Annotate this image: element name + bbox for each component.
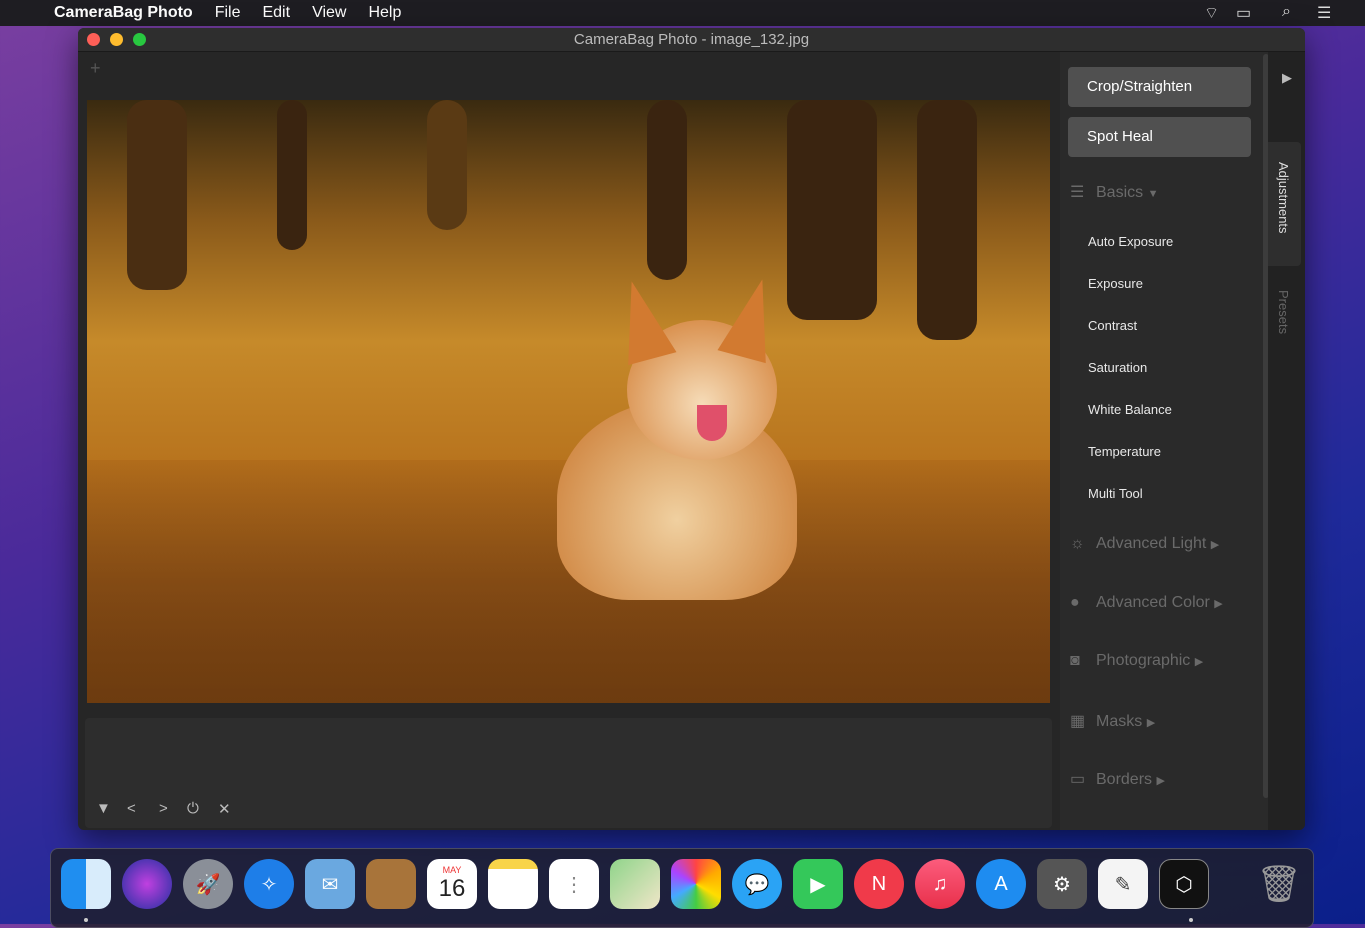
sliders-icon: ☰	[1070, 184, 1085, 201]
next-icon[interactable]: >	[159, 800, 168, 817]
adjust-saturation[interactable]: Saturation	[1088, 360, 1147, 375]
app-window: CameraBag Photo - image_132.jpg + ▼ < > …	[78, 28, 1305, 830]
adjust-temperature[interactable]: Temperature	[1088, 444, 1161, 459]
panel-tabs: ▶ Adjustments Presets	[1268, 52, 1305, 830]
dock-siri[interactable]	[122, 859, 172, 909]
close-icon[interactable]: ✕	[218, 800, 231, 818]
dock-reminders[interactable]: ⋮	[549, 859, 599, 909]
menu-edit[interactable]: Edit	[262, 4, 290, 22]
display-icon[interactable]: ▭	[1236, 3, 1251, 23]
dock-contacts[interactable]	[366, 859, 416, 909]
dock-messages[interactable]: 💬	[732, 859, 782, 909]
dock-finder[interactable]	[61, 859, 111, 909]
dock: 🚀 ✧ ✉ MAY 16 ⋮ 💬 ▶ N ♫ A ⚙ ✎ ⬡ 🗑	[50, 848, 1314, 928]
camera-icon: ◙	[1070, 652, 1080, 669]
dock-notes[interactable]	[488, 859, 538, 909]
section-photographic[interactable]: ◙ Photographic ▶	[1070, 652, 1203, 670]
toggle-panel-icon[interactable]: ▼	[96, 800, 111, 817]
dock-camerabag-photo[interactable]: ⬡	[1159, 859, 1209, 909]
chevron-right-icon: ▶	[1194, 656, 1204, 668]
dock-calendar[interactable]: MAY 16	[427, 859, 477, 909]
menu-app-name[interactable]: CameraBag Photo	[54, 4, 193, 22]
dock-facetime[interactable]: ▶	[793, 859, 843, 909]
close-window-button[interactable]	[87, 33, 100, 46]
section-basics[interactable]: ☰ Basics ▼	[1070, 182, 1158, 202]
dock-music[interactable]: ♫	[915, 859, 965, 909]
menu-bar: CameraBag Photo File Edit View Help ⌔ ▭ …	[0, 0, 1365, 26]
menu-help[interactable]: Help	[368, 4, 401, 22]
border-icon: ▭	[1070, 771, 1086, 788]
window-title: CameraBag Photo - image_132.jpg	[573, 31, 810, 48]
section-borders[interactable]: ▭ Borders ▶	[1070, 769, 1165, 789]
chevron-right-icon: ▶	[1146, 717, 1156, 729]
dock-system-preferences[interactable]: ⚙	[1037, 859, 1087, 909]
dock-mail[interactable]: ✉	[305, 859, 355, 909]
dock-news[interactable]: N	[854, 859, 904, 909]
crop-straighten-button[interactable]: Crop/Straighten	[1068, 67, 1251, 107]
airplay-icon[interactable]: ⌔	[1204, 3, 1219, 23]
filmstrip-panel: ▼ < > ⏻ ✕	[85, 718, 1052, 828]
section-masks[interactable]: ▦ Masks ▶	[1070, 711, 1155, 731]
add-button[interactable]: +	[90, 58, 101, 79]
dock-trash[interactable]: 🗑	[1254, 859, 1304, 909]
title-bar: CameraBag Photo - image_132.jpg	[78, 28, 1305, 52]
adjust-auto-exposure[interactable]: Auto Exposure	[1088, 234, 1173, 249]
chevron-down-icon: ▼	[1147, 188, 1159, 200]
dock-photos[interactable]	[671, 859, 721, 909]
dock-safari[interactable]: ✧	[244, 859, 294, 909]
adjust-multi-tool[interactable]: Multi Tool	[1088, 486, 1143, 501]
adjust-contrast[interactable]: Contrast	[1088, 318, 1137, 333]
menu-file[interactable]: File	[215, 4, 241, 22]
adjust-exposure[interactable]: Exposure	[1088, 276, 1143, 291]
collapse-panel-icon[interactable]: ▶	[1282, 70, 1292, 86]
menu-view[interactable]: View	[312, 4, 346, 22]
chevron-right-icon: ▶	[1156, 775, 1165, 787]
dock-textedit[interactable]: ✎	[1098, 859, 1148, 909]
tab-presets[interactable]: Presets	[1276, 290, 1291, 334]
chevron-right-icon: ▶	[1214, 598, 1223, 610]
power-icon[interactable]: ⏻	[187, 800, 199, 817]
zoom-window-button[interactable]	[133, 33, 146, 46]
minimize-window-button[interactable]	[110, 33, 123, 46]
chevron-right-icon: ▶	[1210, 539, 1220, 551]
photo-canvas[interactable]	[87, 100, 1050, 703]
dock-launchpad[interactable]: 🚀	[183, 859, 233, 909]
section-advanced-light[interactable]: ☼ Advanced Light ▶	[1070, 535, 1219, 553]
spot-heal-button[interactable]: Spot Heal	[1068, 117, 1251, 157]
adjust-white-balance[interactable]: White Balance	[1088, 402, 1172, 417]
control-center-icon[interactable]: ☰	[1317, 3, 1331, 23]
previous-icon[interactable]: <	[127, 800, 136, 817]
tab-adjustments[interactable]: Adjustments	[1276, 162, 1291, 234]
search-icon[interactable]: ⌕	[1282, 3, 1291, 21]
checker-icon: ▦	[1070, 713, 1086, 730]
dock-maps[interactable]	[610, 859, 660, 909]
section-advanced-color[interactable]: ● Advanced Color ▶	[1070, 594, 1223, 612]
dock-app-store[interactable]: A	[976, 859, 1026, 909]
sun-icon: ☼	[1070, 535, 1085, 552]
adjustments-panel: Crop/Straighten Spot Heal ☰ Basics ▼ Auto…	[1060, 52, 1268, 830]
color-circles-icon: ●	[1070, 594, 1080, 611]
